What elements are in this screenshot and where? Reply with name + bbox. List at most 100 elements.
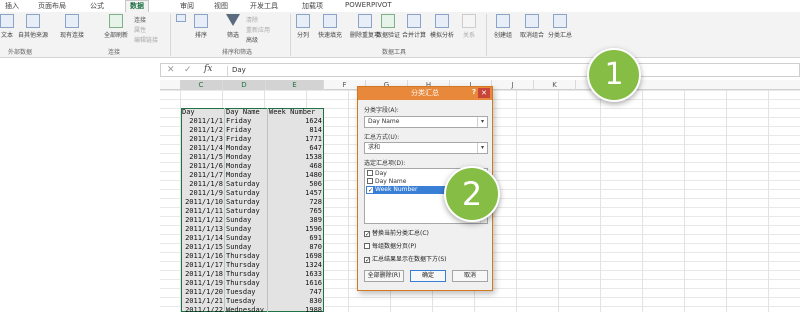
replace-current-option[interactable]: ✓ 替换当前分类汇总(C) — [364, 228, 429, 238]
cell-day-name[interactable]: Monday — [225, 144, 268, 153]
clear-filter-button[interactable]: 清除 — [246, 15, 258, 24]
column-header-j[interactable]: J — [492, 80, 534, 90]
tab-page-layout[interactable]: 页面布局 — [38, 1, 66, 11]
ok-button[interactable]: 确定 — [410, 270, 446, 282]
cell-week-number[interactable]: 728 — [268, 198, 324, 207]
checkbox-week-number[interactable]: ✓ — [367, 187, 373, 194]
refresh-all-button[interactable]: 全部刷新 — [104, 14, 128, 39]
cell-day[interactable]: 2011/1/16 — [181, 252, 224, 261]
checkbox-replace[interactable]: ✓ — [364, 231, 370, 238]
cell-week-number[interactable]: 830 — [268, 297, 324, 306]
cancel-entry-icon[interactable]: ✕ — [167, 65, 175, 75]
cell-day-name[interactable]: Thursday — [225, 252, 268, 261]
header-cell-day-name[interactable]: Day Name — [225, 108, 268, 117]
cell-day-name[interactable]: Monday — [225, 162, 268, 171]
cell-week-number[interactable]: 1624 — [268, 117, 324, 126]
cell-week-number[interactable]: 1457 — [268, 189, 324, 198]
cell-day[interactable]: 2011/1/8 — [181, 180, 224, 189]
checkbox-summary-below[interactable]: ✓ — [364, 257, 370, 264]
cell-day-name[interactable]: Friday — [225, 126, 268, 135]
tab-powerpivot[interactable]: POWERPIVOT — [345, 1, 392, 9]
cell-day-name[interactable]: Sunday — [225, 243, 268, 252]
cell-day[interactable]: 2011/1/6 — [181, 162, 224, 171]
consolidate-button[interactable]: 合并计算 — [402, 14, 426, 39]
filter-button[interactable]: 筛选 — [226, 14, 240, 39]
cell-day[interactable]: 2011/1/12 — [181, 216, 224, 225]
cell-day-name[interactable]: Saturday — [225, 207, 268, 216]
cell-week-number[interactable]: 468 — [268, 162, 324, 171]
cell-day-name[interactable]: Thursday — [225, 270, 268, 279]
help-button[interactable]: ? — [472, 88, 476, 96]
cell-day-name[interactable]: Sunday — [225, 225, 268, 234]
cell-day-name[interactable]: Sunday — [225, 216, 268, 225]
cell-week-number[interactable]: 1324 — [268, 261, 324, 270]
cell-day[interactable]: 2011/1/13 — [181, 225, 224, 234]
cell-day[interactable]: 2011/1/19 — [181, 279, 224, 288]
edit-links-button[interactable]: 编辑链接 — [134, 35, 158, 44]
cell-day-name[interactable]: Monday — [225, 171, 268, 180]
properties-button[interactable]: 属性 — [134, 25, 146, 34]
cell-day[interactable]: 2011/1/9 — [181, 189, 224, 198]
checkbox-page-break[interactable] — [364, 243, 370, 249]
cell-day-name[interactable]: Tuesday — [225, 297, 268, 306]
cancel-button[interactable]: 取消 — [452, 270, 488, 282]
cell-week-number[interactable]: 1616 — [268, 279, 324, 288]
column-header-e[interactable]: E — [266, 80, 324, 90]
cell-week-number[interactable]: 1596 — [268, 225, 324, 234]
cell-day[interactable]: 2011/1/10 — [181, 198, 224, 207]
cell-day[interactable]: 2011/1/20 — [181, 288, 224, 297]
cell-day[interactable]: 2011/1/2 — [181, 126, 224, 135]
what-if-analysis-button[interactable]: 模拟分析 — [430, 14, 454, 39]
cell-week-number[interactable]: 647 — [268, 144, 324, 153]
cell-day[interactable]: 2011/1/5 — [181, 153, 224, 162]
tab-review[interactable]: 审阅 — [180, 1, 194, 11]
remove-all-button[interactable]: 全部删除(R) — [364, 270, 404, 282]
tab-developer[interactable]: 开发工具 — [250, 1, 278, 11]
tab-formulas[interactable]: 公式 — [90, 1, 104, 11]
cell-week-number[interactable]: 1480 — [268, 171, 324, 180]
function-select[interactable]: 求和 ▾ — [364, 142, 488, 154]
cell-day[interactable]: 2011/1/21 — [181, 297, 224, 306]
from-text-button[interactable]: 文本 — [0, 14, 14, 39]
flash-fill-button[interactable]: 快速填充 — [318, 14, 342, 39]
reapply-button[interactable]: 重新应用 — [246, 25, 270, 34]
page-break-option[interactable]: 每组数据分页(P) — [364, 241, 416, 250]
insert-function-icon[interactable]: fx — [204, 64, 212, 74]
cell-week-number[interactable]: 870 — [268, 243, 324, 252]
cell-day[interactable]: 2011/1/3 — [181, 135, 224, 144]
column-header-d[interactable]: D — [223, 80, 266, 90]
text-to-columns-button[interactable]: 分列 — [296, 14, 310, 39]
formula-input[interactable]: Day — [227, 66, 246, 76]
cell-week-number[interactable]: 765 — [268, 207, 324, 216]
tab-data[interactable]: 数据 — [125, 0, 149, 12]
cell-week-number[interactable]: 814 — [268, 126, 324, 135]
cell-day[interactable]: 2011/1/17 — [181, 261, 224, 270]
cell-day[interactable]: 2011/1/14 — [181, 234, 224, 243]
column-header-c[interactable]: C — [180, 80, 223, 90]
connections-button[interactable]: 连接 — [134, 15, 146, 24]
ungroup-button[interactable]: 取消组合 — [520, 14, 544, 39]
cell-week-number[interactable]: 1698 — [268, 252, 324, 261]
cell-day[interactable]: 2011/1/11 — [181, 207, 224, 216]
summary-below-option[interactable]: ✓ 汇总结果显示在数据下方(S) — [364, 254, 447, 264]
cell-day-name[interactable]: Friday — [225, 135, 268, 144]
cell-day-name[interactable]: Saturday — [225, 180, 268, 189]
cell-day[interactable]: 2011/1/7 — [181, 171, 224, 180]
cell-day-name[interactable]: Thursday — [225, 261, 268, 270]
cell-week-number[interactable]: 1988 — [268, 306, 324, 312]
checkbox-day-name[interactable] — [367, 178, 373, 184]
data-validation-button[interactable]: 数据验证 — [376, 14, 400, 39]
cell-week-number[interactable]: 691 — [268, 234, 324, 243]
tab-view[interactable]: 视图 — [214, 1, 228, 11]
cell-week-number[interactable]: 1771 — [268, 135, 324, 144]
header-cell-day[interactable]: Day — [181, 108, 224, 117]
cell-day[interactable]: 2011/1/4 — [181, 144, 224, 153]
cell-week-number[interactable]: 389 — [268, 216, 324, 225]
cell-week-number[interactable]: 1633 — [268, 270, 324, 279]
header-cell-week-number[interactable]: Week Number — [268, 108, 324, 117]
cell-day-name[interactable]: Saturday — [225, 189, 268, 198]
cell-day-name[interactable]: Friday — [225, 117, 268, 126]
relationships-button[interactable]: 关系 — [462, 14, 476, 39]
column-header-k[interactable]: K — [534, 80, 576, 90]
confirm-entry-icon[interactable]: ✓ — [184, 65, 192, 75]
